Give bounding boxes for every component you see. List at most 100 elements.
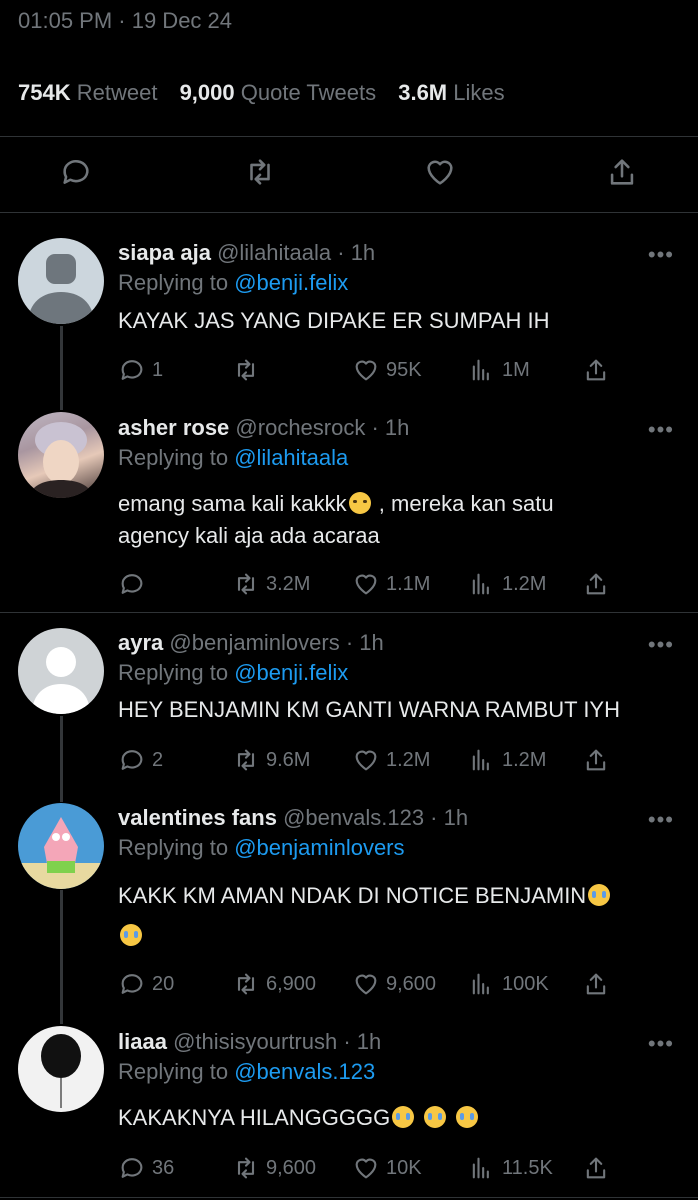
tweet-text: emang sama kali kakkk , mereka kan satu a… <box>118 491 554 548</box>
handle[interactable]: @lilahitaala · 1h <box>217 240 375 265</box>
handle[interactable]: @benjaminlovers · 1h <box>169 630 383 655</box>
views-button[interactable]: 1.2M <box>468 746 546 774</box>
reply-prefix: Replying to <box>118 270 229 295</box>
reply-button[interactable]: 1 <box>118 356 163 384</box>
display-name[interactable]: liaaa <box>118 1029 167 1054</box>
retweet-count: 3.2M <box>266 572 311 595</box>
avatar[interactable] <box>18 628 104 714</box>
retweet-count: 9,600 <box>266 1156 317 1179</box>
display-name[interactable]: valentines fans <box>118 805 277 830</box>
retweet-count: 9.6M <box>266 748 311 771</box>
crying-face-emoji <box>120 924 142 946</box>
retweet-button[interactable]: 9.6M <box>232 746 310 774</box>
display-name[interactable]: ayra <box>118 630 163 655</box>
retweet-button[interactable]: 3.2M <box>232 570 310 598</box>
tweet-text: HEY BENJAMIN KM GANTI WARNA RAMBUT IYH <box>118 697 620 722</box>
like-count: 10K <box>386 1156 422 1179</box>
like-count: 1.2M <box>386 748 431 771</box>
view-count: 1.2M <box>502 572 547 595</box>
reply-mention[interactable]: @benji.felix <box>234 660 348 685</box>
retweet-count: 6,900 <box>266 972 317 995</box>
reply-count: 1 <box>152 358 164 381</box>
views-button[interactable]: 1.2M <box>468 570 546 598</box>
retweets-count[interactable]: 754K <box>18 80 71 105</box>
reply-mention[interactable]: @lilahitaala <box>234 445 348 470</box>
reply-button[interactable]: 20 <box>118 970 174 998</box>
share-icon <box>586 973 606 995</box>
retweet-button[interactable] <box>232 356 266 384</box>
share-button[interactable] <box>582 970 616 998</box>
likes-label[interactable]: Likes <box>453 80 504 105</box>
like-count: 9,600 <box>386 972 437 995</box>
display-name[interactable]: siapa aja <box>118 240 211 265</box>
reply-icon <box>121 360 143 380</box>
more-options-icon[interactable]: ••• <box>648 1031 674 1057</box>
heart-icon <box>355 360 377 381</box>
share-icon <box>586 749 606 771</box>
reply-button[interactable]: 2 <box>118 746 163 774</box>
like-button[interactable] <box>418 150 462 194</box>
tweet-text: KAKK KM AMAN NDAK DI NOTICE BENJAMIN <box>118 876 678 956</box>
more-options-icon[interactable]: ••• <box>648 417 674 443</box>
retweets-label[interactable]: Retweet <box>77 80 158 105</box>
share-button[interactable] <box>582 1154 616 1182</box>
reply-count: 20 <box>152 972 175 995</box>
view-count: 100K <box>502 972 549 995</box>
reply-button[interactable]: 36 <box>118 1154 174 1182</box>
handle[interactable]: @thisisyourtrush · 1h <box>173 1029 381 1054</box>
likes-count[interactable]: 3.6M <box>398 80 447 105</box>
like-button[interactable]: 1.1M <box>352 570 430 598</box>
like-button[interactable]: 10K <box>352 1154 422 1182</box>
retweet-button[interactable]: 6,900 <box>232 970 316 998</box>
avatar[interactable] <box>18 412 104 498</box>
share-icon <box>586 1157 606 1179</box>
views-chart-icon <box>472 573 489 595</box>
reply-prefix: Replying to <box>118 835 229 860</box>
retweet-icon <box>237 749 255 771</box>
share-button[interactable] <box>600 150 644 194</box>
tweet-stats: 754K Retweet 9,000 Quote Tweets 3.6M Lik… <box>18 80 521 106</box>
like-button[interactable]: 1.2M <box>352 746 430 774</box>
tired-face-emoji <box>348 492 371 514</box>
reply-prefix: Replying to <box>118 445 229 470</box>
crying-face-emoji <box>456 1106 479 1128</box>
views-chart-icon <box>472 749 489 771</box>
share-button[interactable] <box>582 746 616 774</box>
view-count: 1M <box>502 358 530 381</box>
views-chart-icon <box>472 1157 489 1179</box>
more-options-icon[interactable]: ••• <box>648 242 674 268</box>
share-button[interactable] <box>582 356 616 384</box>
avatar[interactable] <box>18 803 104 889</box>
like-count: 1.1M <box>386 572 431 595</box>
reply-button[interactable] <box>118 570 152 598</box>
reply-mention[interactable]: @benjaminlovers <box>234 835 404 860</box>
share-button[interactable] <box>582 570 616 598</box>
retweet-icon <box>237 973 255 995</box>
reply-icon <box>63 160 89 184</box>
like-button[interactable]: 95K <box>352 356 422 384</box>
views-button[interactable]: 100K <box>468 970 549 998</box>
retweet-button[interactable] <box>238 150 282 194</box>
retweet-button[interactable]: 9,600 <box>232 1154 316 1182</box>
avatar[interactable] <box>18 1026 104 1112</box>
tweet-timestamp: 01:05 PM · 19 Dec 24 <box>18 8 233 33</box>
like-button[interactable]: 9,600 <box>352 970 436 998</box>
reply-mention[interactable]: @benji.felix <box>234 270 348 295</box>
reply-mention[interactable]: @benvals.123 <box>234 1059 375 1084</box>
views-button[interactable]: 1M <box>468 356 530 384</box>
avatar[interactable] <box>18 238 104 324</box>
display-name[interactable]: asher rose <box>118 415 229 440</box>
more-options-icon[interactable]: ••• <box>648 632 674 658</box>
thread-line <box>60 326 63 410</box>
divider <box>0 212 698 213</box>
reply-button[interactable] <box>54 150 98 194</box>
views-button[interactable]: 11.5K <box>468 1154 553 1182</box>
quotes-count[interactable]: 9,000 <box>180 80 235 105</box>
handle[interactable]: @rochesrock · 1h <box>235 415 409 440</box>
reply-icon <box>121 974 143 994</box>
handle[interactable]: @benvals.123 · 1h <box>283 805 468 830</box>
heart-icon <box>355 974 377 995</box>
quotes-label[interactable]: Quote Tweets <box>241 80 376 105</box>
more-options-icon[interactable]: ••• <box>648 807 674 833</box>
heart-icon <box>355 750 377 771</box>
